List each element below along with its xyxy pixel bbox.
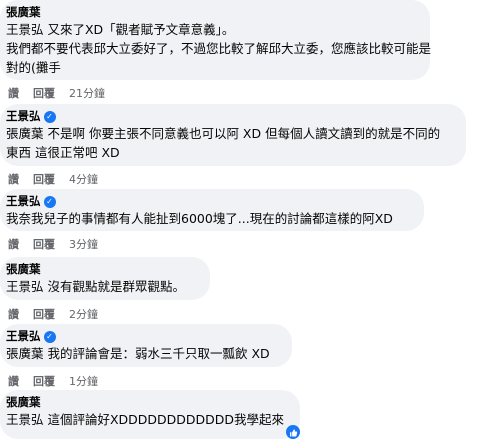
mention-tag[interactable]: 王景弘 — [6, 22, 44, 37]
comment-line1: 不是啊 你要主張不同意義也可以阿 XD 但每個人讀文讀到的就是不同的 — [43, 126, 441, 141]
comment-author[interactable]: 王景弘 ✓ — [6, 328, 56, 344]
comment-bubble: 張廣葉 王景弘 這個評論好XDDDDDDDDDDDD我學起來 — [0, 390, 300, 439]
comment-actions: 讚回覆 21分鐘 — [8, 85, 119, 101]
comment-line3: 對的(攤手 — [6, 60, 61, 75]
timestamp[interactable]: 4分鐘 — [69, 171, 98, 187]
comment-author-name[interactable]: 王景弘 — [6, 194, 41, 208]
comment-bubble: 王景弘 ✓ 張廣葉 不是啊 你要主張不同意義也可以阿 XD 但每個人讀文讀到的就是… — [0, 104, 466, 166]
reply-link[interactable]: 回覆 — [33, 306, 55, 322]
comment-author-name[interactable]: 王景弘 — [6, 109, 41, 123]
timestamp[interactable]: 2分鐘 — [69, 306, 98, 322]
comment-text: 王景弘 這個評論好XDDDDDDDDDDDD我學起來 — [6, 410, 284, 429]
like-link[interactable]: 讚 — [8, 306, 19, 322]
timestamp[interactable]: 1分鐘 — [69, 373, 98, 389]
comment-author[interactable]: 王景弘 ✓ — [6, 193, 56, 209]
mention-tag[interactable]: 張廣葉 — [6, 126, 44, 141]
verified-badge-icon: ✓ — [43, 196, 56, 208]
comment-line1: 我的評論會是：弱水三千只取一瓢飲 XD — [43, 346, 270, 361]
reply-link[interactable]: 回覆 — [33, 85, 55, 101]
comment-author[interactable]: 王景弘 ✓ — [6, 108, 56, 124]
timestamp[interactable]: 3分鐘 — [69, 236, 98, 252]
like-link[interactable]: 讚 — [8, 236, 19, 252]
like-link[interactable]: 讚 — [8, 373, 19, 389]
mention-tag[interactable]: 張廣葉 — [6, 346, 44, 361]
comment-author[interactable]: 張廣葉 — [6, 261, 41, 277]
comment-line1: 這個評論好XDDDDDDDDDDDD我學起來 — [43, 412, 285, 427]
comment-line2: 我們都不要代表邱大立委好了，不過您比較了解邱大立委，您應該比較可能是 — [6, 41, 432, 56]
mention-tag[interactable]: 王景弘 — [6, 279, 44, 294]
thumbs-up-icon — [290, 429, 298, 437]
reply-link[interactable]: 回覆 — [33, 171, 55, 187]
comment-bubble: 王景弘 ✓ 張廣葉 我的評論會是：弱水三千只取一瓢飲 XD — [0, 324, 292, 367]
like-link[interactable]: 讚 — [8, 85, 19, 101]
comment-line1: 沒有觀點就是群眾觀點。 — [43, 279, 185, 294]
comment-actions: 讚回覆 2分鐘 — [8, 306, 112, 322]
timestamp[interactable]: 21分鐘 — [69, 85, 105, 101]
comment-actions: 讚回覆 1分鐘 — [8, 373, 112, 389]
comment-bubble: 王景弘 ✓ 我奈我兒子的事情都有人能扯到6000塊了...現在的討論都這樣的阿XD — [0, 189, 424, 231]
comment-actions: 讚回覆 3分鐘 — [8, 236, 112, 252]
comment-text: 王景弘 又來了XD「觀者賦予文章意義」。 — [6, 20, 234, 39]
reply-link[interactable]: 回覆 — [33, 373, 55, 389]
comment-author[interactable]: 張廣葉 — [6, 4, 41, 20]
comment-line1: 我奈我兒子的事情都有人能扯到6000塊了...現在的討論都這樣的阿XD — [6, 211, 393, 226]
comment-text: 張廣葉 不是啊 你要主張不同意義也可以阿 XD 但每個人讀文讀到的就是不同的 — [6, 124, 440, 143]
thumbs-up-icon[interactable] — [286, 425, 300, 439]
verified-badge-icon: ✓ — [43, 111, 56, 123]
comment-line2: 東西 這很正常吧 XD — [6, 145, 120, 160]
like-link[interactable]: 讚 — [8, 171, 19, 187]
comment-author[interactable]: 張廣葉 — [6, 394, 41, 410]
comment-bubble: 張廣葉 王景弘 又來了XD「觀者賦予文章意義」。 我們都不要代表邱大立委好了，不… — [0, 0, 432, 80]
comment-author-name[interactable]: 王景弘 — [6, 329, 41, 343]
comment-bubble: 張廣葉 王景弘 沒有觀點就是群眾觀點。 — [0, 257, 210, 300]
comment-text: 王景弘 沒有觀點就是群眾觀點。 — [6, 277, 185, 296]
mention-tag[interactable]: 王景弘 — [6, 412, 44, 427]
comment-line1: 又來了XD「觀者賦予文章意義」。 — [43, 22, 235, 37]
verified-badge-icon: ✓ — [43, 331, 56, 343]
comment-actions: 讚回覆 4分鐘 — [8, 171, 112, 187]
reply-link[interactable]: 回覆 — [33, 236, 55, 252]
comment-text: 張廣葉 我的評論會是：弱水三千只取一瓢飲 XD — [6, 344, 270, 363]
